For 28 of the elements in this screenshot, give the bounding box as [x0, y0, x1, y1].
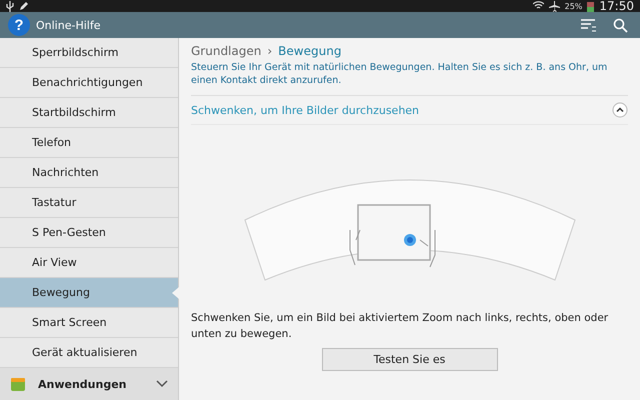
- search-icon[interactable]: [613, 18, 628, 32]
- clock: 17:50: [599, 0, 634, 13]
- app-title: Online-Hilfe: [36, 18, 100, 32]
- breadcrumb-item[interactable]: Grundlagen: [191, 44, 262, 58]
- sidebar-item[interactable]: Nachrichten: [0, 158, 178, 188]
- chevron-icon: [156, 380, 168, 388]
- sidebar-item[interactable]: S Pen-Gesten: [0, 218, 178, 248]
- airplane-icon: [548, 0, 560, 12]
- intro-text: Steuern Sie Ihr Gerät mit natürlichen Bewegungen. Halten Sie es sich z. B. ans Ohr, um einen Kontakt direkt anzurufen.: [191, 61, 628, 96]
- help-icon: ?: [8, 14, 30, 36]
- sidebar-item[interactable]: Sperrbildschirm: [0, 38, 178, 68]
- sidebar-item[interactable]: Startbildschirm: [0, 98, 178, 128]
- sort-icon[interactable]: [581, 18, 597, 32]
- apps-icon: [10, 376, 26, 392]
- description-text: Schwenken Sie, um ein Bild bei aktiviertem Zoom nach links, rechts, oben oder unten zu bewegen.: [191, 311, 610, 342]
- battery-icon: [587, 0, 594, 12]
- wifi-icon: [532, 1, 544, 11]
- breadcrumb-separator: ›: [267, 44, 272, 58]
- sidebar-item[interactable]: Bewegung: [0, 278, 178, 308]
- sidebar-item[interactable]: Telefon: [0, 128, 178, 158]
- sidebar-item[interactable]: Tastatur: [0, 188, 178, 218]
- sidebar-item[interactable]: Benachrichtigungen: [0, 68, 178, 98]
- sidebar-section-header[interactable]: Anwendungen: [0, 368, 178, 400]
- collapse-icon: [612, 102, 628, 118]
- try-it-button[interactable]: Testen Sie es: [322, 348, 498, 371]
- breadcrumb-item: Bewegung: [278, 44, 342, 58]
- sidebar-item[interactable]: Smart Screen: [0, 308, 178, 338]
- battery-level: 25%: [564, 2, 582, 10]
